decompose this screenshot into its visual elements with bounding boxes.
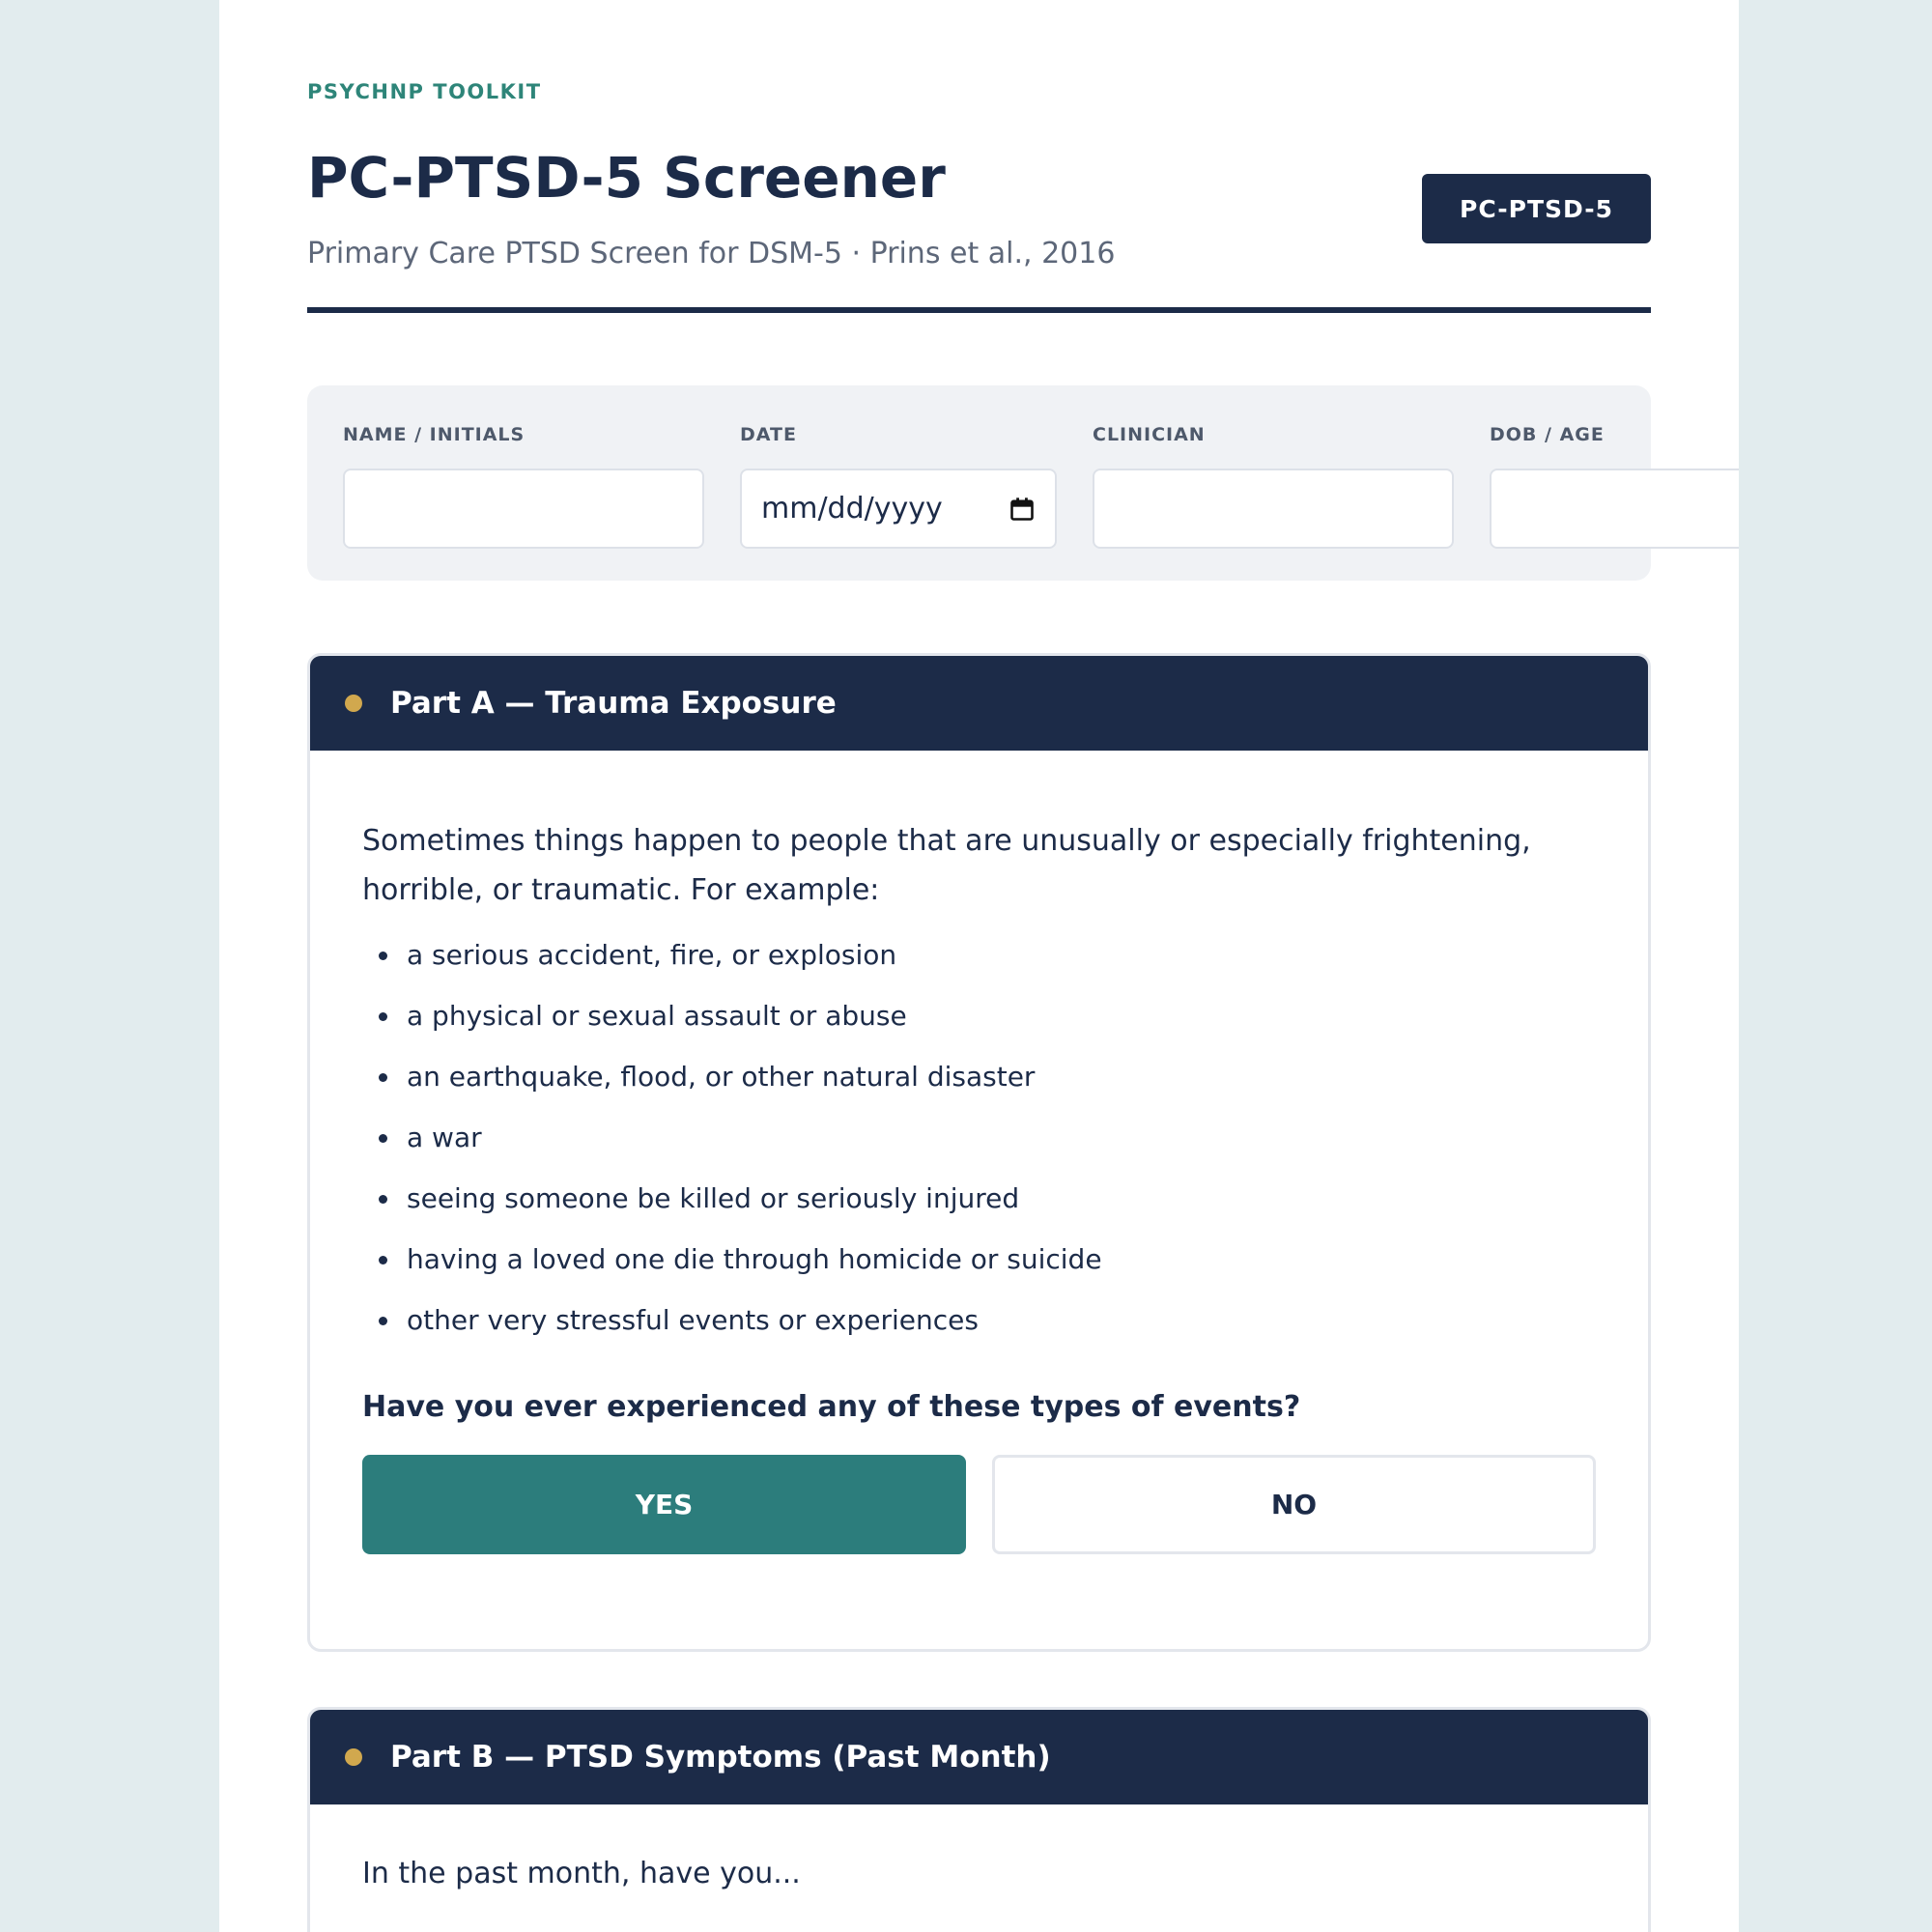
dob-label: DOB / AGE — [1490, 424, 1605, 445]
date-field-group: DATE mm/dd/yyyy — [740, 424, 1057, 549]
part-a-card: Part A — Trauma Exposure Sometimes thing… — [307, 653, 1651, 1652]
list-item-text: seeing someone be killed or seriously in… — [407, 1182, 1020, 1214]
clinician-label: CLINICIAN — [1093, 424, 1206, 445]
part-a-title: Part A — Trauma Exposure — [390, 686, 837, 721]
date-input[interactable]: mm/dd/yyyy — [740, 469, 1057, 549]
bullet-icon — [379, 952, 387, 960]
part-a-intro: Sometimes things happen to people that a… — [362, 824, 1531, 907]
brand-label: PSYCHNP TOOLKIT — [307, 80, 542, 103]
list-item-text: having a loved one die through homicide … — [407, 1243, 1102, 1275]
bullet-icon — [379, 1256, 387, 1264]
clinician-input[interactable] — [1093, 469, 1454, 549]
part-b-card: Part B — PTSD Symptoms (Past Month) In t… — [307, 1707, 1651, 1932]
list-item-text: a serious accident, fire, or explosion — [407, 939, 897, 971]
bullet-icon — [379, 1134, 387, 1143]
list-item: a war — [362, 1119, 1521, 1179]
patient-info-panel: NAME / INITIALS DATE mm/dd/yyyy CLINICIA… — [307, 385, 1739, 581]
part-a-header: Part A — Trauma Exposure — [310, 656, 1648, 751]
bullet-icon — [379, 1195, 387, 1204]
page-title: PC-PTSD-5 Screener — [307, 145, 946, 211]
part-b-title: Part B — PTSD Symptoms (Past Month) — [390, 1740, 1051, 1775]
bullet-icon — [379, 1012, 387, 1021]
content-column: PSYCHNP TOOLKIT PC-PTSD-5 Screener Prima… — [307, 0, 1739, 1932]
clinician-field-group: CLINICIAN — [1093, 424, 1454, 549]
date-placeholder: mm/dd/yyyy — [761, 492, 943, 526]
name-field-group: NAME / INITIALS — [343, 424, 704, 549]
name-label: NAME / INITIALS — [343, 424, 526, 445]
list-item-text: a war — [407, 1122, 482, 1153]
no-button[interactable]: NO — [992, 1455, 1596, 1554]
part-b-intro: In the past month, have you... — [362, 1857, 801, 1890]
yes-button[interactable]: YES — [362, 1455, 966, 1554]
trauma-question: Have you ever experienced any of these t… — [362, 1390, 1301, 1424]
list-item-text: an earthquake, flood, or other natural d… — [407, 1061, 1036, 1093]
section-dot-icon — [345, 695, 362, 712]
page-sheet: PSYCHNP TOOLKIT PC-PTSD-5 Screener Prima… — [219, 0, 1739, 1932]
list-item: other very stressful events or experienc… — [362, 1301, 1521, 1362]
list-item: having a loved one die through homicide … — [362, 1240, 1521, 1301]
dob-field-group: DOB / AGE — [1490, 424, 1739, 549]
list-item: an earthquake, flood, or other natural d… — [362, 1058, 1521, 1119]
page-subtitle: Primary Care PTSD Screen for DSM-5 · Pri… — [307, 237, 1116, 270]
trauma-examples-list: a serious accident, fire, or explosion a… — [362, 936, 1521, 1362]
name-input[interactable] — [343, 469, 704, 549]
section-dot-icon — [345, 1748, 362, 1766]
list-item: seeing someone be killed or seriously in… — [362, 1179, 1521, 1240]
calendar-icon[interactable] — [1009, 496, 1036, 523]
bullet-icon — [379, 1073, 387, 1082]
header-divider — [307, 307, 1651, 313]
list-item: a physical or sexual assault or abuse — [362, 997, 1521, 1058]
instrument-badge: PC-PTSD-5 — [1422, 174, 1651, 243]
list-item-text: a physical or sexual assault or abuse — [407, 1000, 907, 1032]
part-b-header: Part B — PTSD Symptoms (Past Month) — [310, 1710, 1648, 1804]
list-item-text: other very stressful events or experienc… — [407, 1304, 979, 1336]
date-label: DATE — [740, 424, 797, 445]
list-item: a serious accident, fire, or explosion — [362, 936, 1521, 997]
dob-input[interactable] — [1490, 469, 1739, 549]
bullet-icon — [379, 1317, 387, 1325]
